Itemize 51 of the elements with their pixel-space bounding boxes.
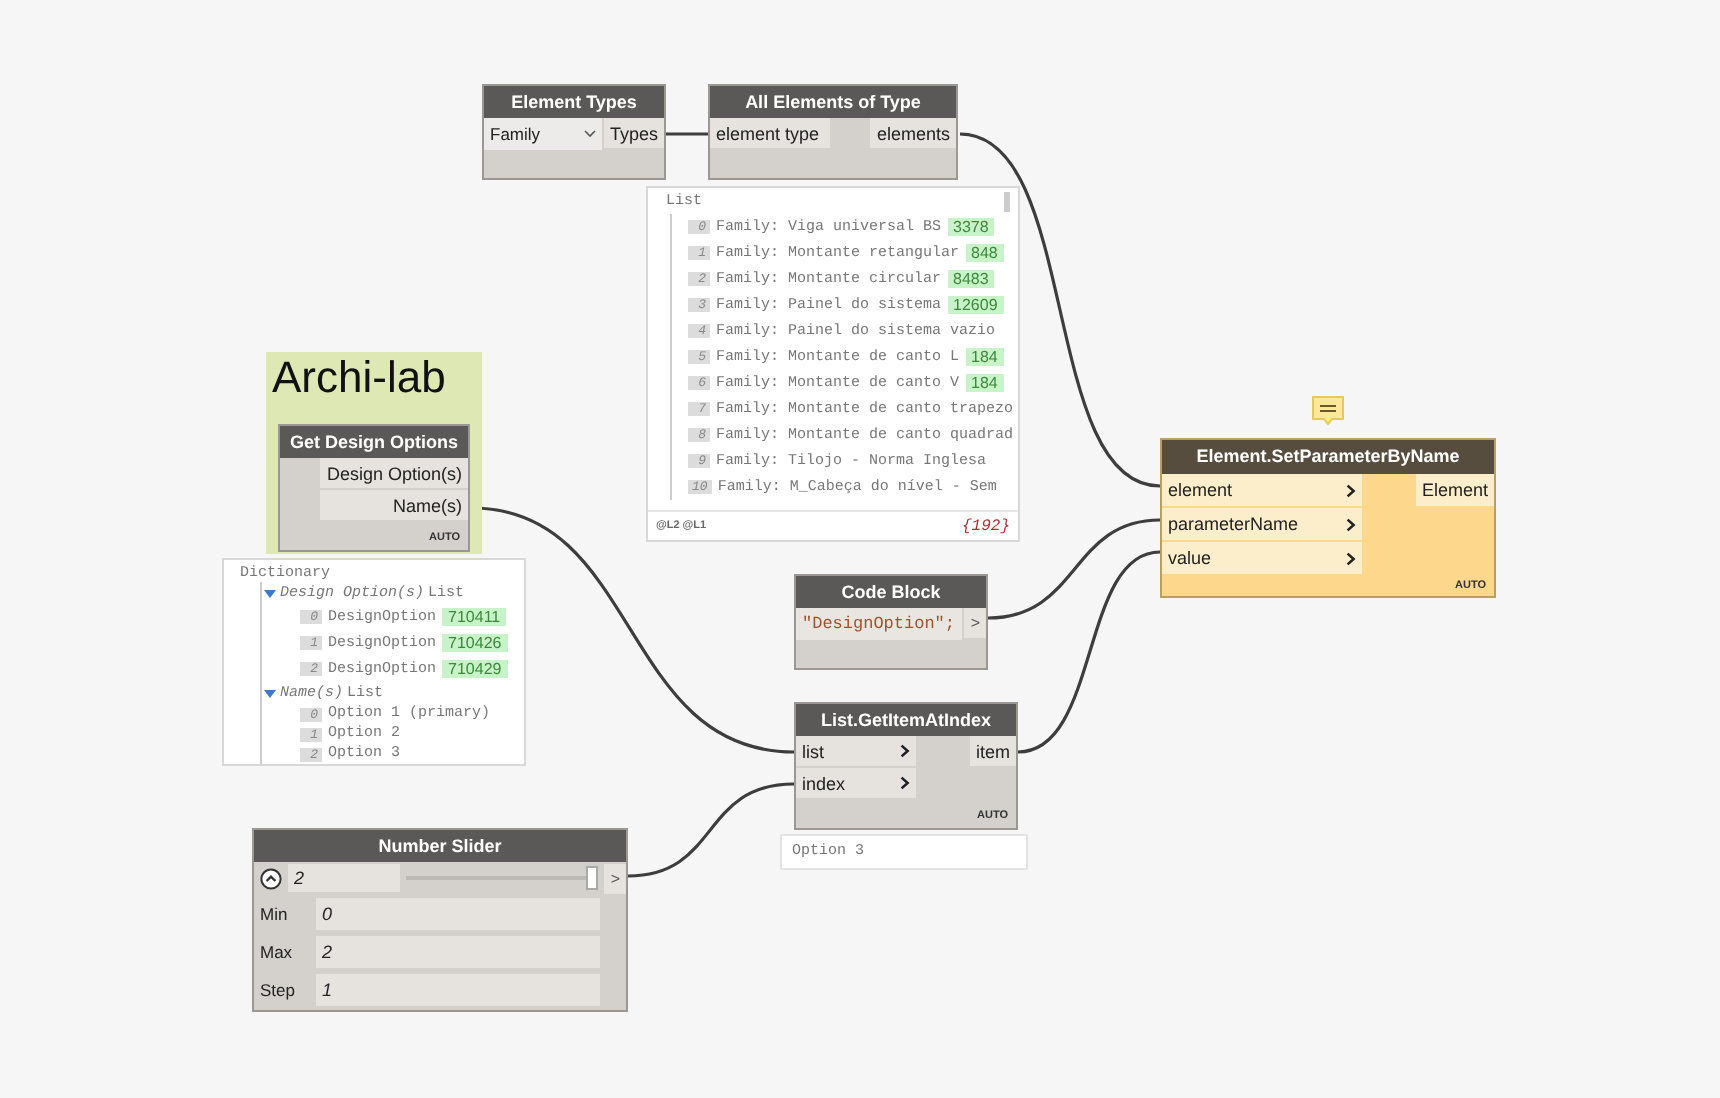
output-port[interactable]: Design Option(s) [320,458,468,488]
node-title: Get Design Options [280,426,468,458]
output-port[interactable]: Element [1415,474,1494,506]
element-id[interactable]: 8483 [947,270,995,288]
element-id[interactable]: 12609 [947,296,1004,314]
field-label: Min [260,903,290,923]
expander-icon[interactable] [264,589,276,597]
input-port[interactable]: list [796,736,916,766]
output-port[interactable]: item [969,736,1016,766]
group-title: Archi-lab [272,352,446,402]
element-id[interactable]: 710429 [442,660,508,678]
comment-icon[interactable] [1312,396,1344,428]
node[interactable]: All Elements of Type element type elements [708,84,958,180]
element-id[interactable]: 184 [965,374,1004,392]
input-field[interactable]: 2 [316,935,600,967]
output-port[interactable]: Types [603,118,664,148]
input-port[interactable]: element [1162,474,1362,506]
collapse-icon[interactable] [260,867,282,889]
input-field[interactable]: 0 [316,897,600,929]
scrollbar[interactable] [1004,192,1010,212]
element-id[interactable]: 184 [965,348,1004,366]
input-port[interactable]: index [796,768,916,798]
input-field[interactable]: 1 [316,973,600,1005]
node[interactable]: Code Block "DesignOption"; > [794,574,988,670]
slider[interactable] [406,864,599,892]
dropdown[interactable]: Family [484,118,602,150]
element-id[interactable]: 710426 [442,634,508,652]
value-field[interactable]: 2 [288,864,400,892]
input-port[interactable]: element type [710,118,830,148]
item-count: {192} [961,517,1010,535]
node-title: Element Types [484,86,664,118]
element-id[interactable]: 3378 [947,218,995,236]
node-title: List.GetItemAtIndex [796,704,1016,736]
output-port[interactable]: > [964,608,986,638]
node-title: Number Slider [254,830,626,862]
node[interactable]: Number Slider 2 > Min 0 Max 2 Step 1 [252,828,628,1012]
output-port[interactable]: > [604,863,626,893]
node-title: Code Block [796,576,986,608]
field-label: Step [260,979,297,999]
caret-icon [583,130,596,138]
node-title: All Elements of Type [710,86,956,118]
input-port[interactable]: value [1162,542,1362,574]
wire [666,132,708,136]
expander-icon[interactable] [264,689,276,697]
node[interactable]: Element Types Family Types [482,84,666,180]
field-label: Max [260,941,295,961]
input-port[interactable]: parameterName [1162,508,1362,540]
output-port[interactable]: Name(s) [320,490,468,520]
element-id[interactable]: 848 [965,244,1004,262]
output-port[interactable]: elements [870,118,956,148]
node-title: Element.SetParameterByName [1162,440,1494,474]
